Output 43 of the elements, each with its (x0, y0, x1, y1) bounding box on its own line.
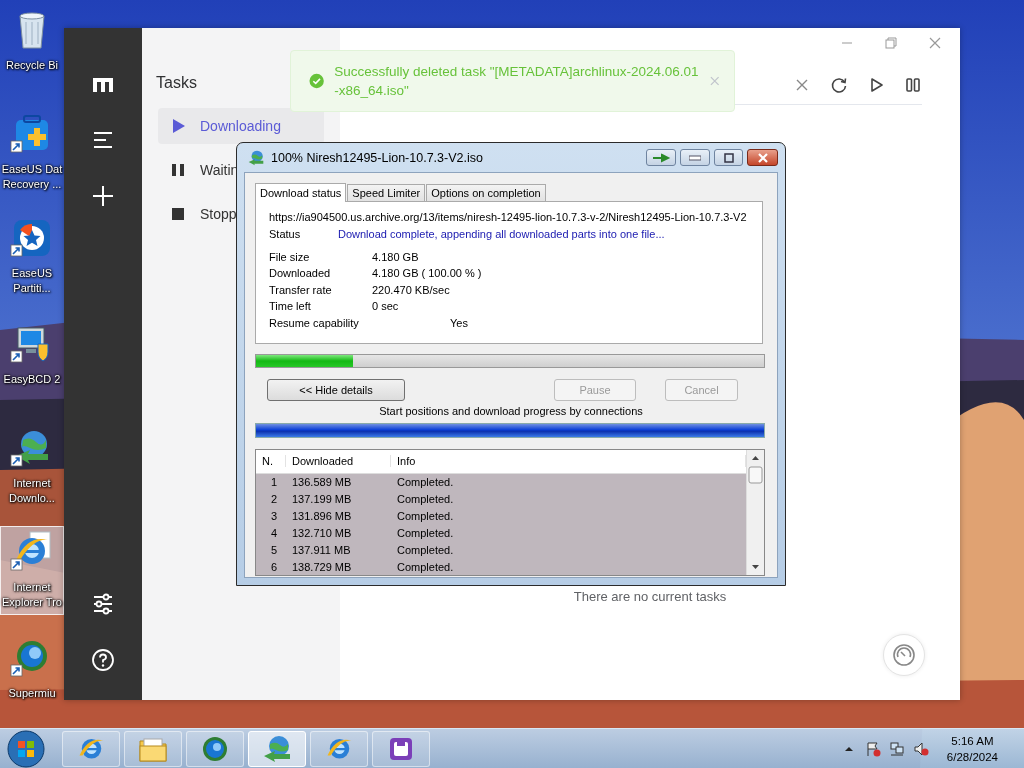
icon-label: EaseUS Partiti... (11, 266, 53, 296)
icon-label: Internet Downlo... (9, 476, 55, 506)
field-label: Time left (269, 299, 312, 315)
table-cell-text: 3 (269, 509, 279, 522)
table-cell-text: 4 (269, 526, 279, 539)
table-cell-text: 138.729 MB (291, 560, 353, 573)
table-cell-text: 1 (269, 476, 279, 489)
table-cell-text: 2 (269, 493, 279, 506)
connections-caption: Start positions and download progress by connections (378, 405, 644, 419)
field-label: Transfer rate (269, 282, 333, 298)
table-cell-text: 136.589 MB (291, 476, 353, 489)
table-cell-text: Completed. (396, 476, 455, 489)
dialog-title: 100% Niresh12495-Lion-10.7.3-V2.iso (271, 150, 484, 165)
icon-label: EaseUS Dat Recovery ... (1, 162, 63, 192)
icon-label: Recycle Bi (6, 58, 58, 73)
status-value: Download complete, appending all downloaded parts into one file... (338, 228, 665, 242)
table-cell-text: Completed. (396, 493, 455, 506)
table-cell-text: 6 (269, 560, 279, 573)
download-url: https://ia904500.us.archive.org/13/items/niresh-12495-lion-10.7.3-v-2/Niresh12495-Lion-10.7.3-V2 (269, 211, 748, 225)
field-value: 4.180 GB (372, 251, 419, 263)
icon-label: EasyBCD 2 (3, 372, 61, 387)
field-value: 4.180 GB ( 100.00 % ) (372, 267, 482, 280)
field-label: File size (269, 250, 311, 265)
table-cell-text: 131.896 MB (291, 509, 353, 522)
field-label: Status (269, 228, 302, 242)
field-label: Resume capability (269, 315, 360, 331)
table-cell-text: Completed. (396, 526, 455, 539)
field-label: Downloaded (269, 266, 332, 282)
field-value: 220.470 KB/sec (372, 283, 450, 296)
field-value: 0 sec (372, 300, 399, 313)
table-cell-text: Completed. (396, 509, 455, 522)
table-cell-text: Completed. (396, 560, 455, 573)
tasks-title: Tasks (156, 74, 197, 93)
empty-message: There are no current tasks (572, 589, 728, 604)
table-cell-text: 5 (269, 543, 279, 556)
table-cell-text: Completed. (396, 543, 455, 556)
field-value: Yes (450, 316, 468, 329)
table-cell-text: 137.911 MB (291, 543, 352, 556)
toast-message: Successfully deleted task "[METADATA]archlinux-2024.06.01 -x86_64.iso" (334, 63, 699, 100)
table-cell-text: 137.199 MB (291, 493, 353, 506)
icon-label: Supermiu (8, 686, 56, 701)
icon-label: Internet Explorer Tro (2, 580, 62, 610)
table-cell-text: 132.710 MB (291, 526, 353, 539)
